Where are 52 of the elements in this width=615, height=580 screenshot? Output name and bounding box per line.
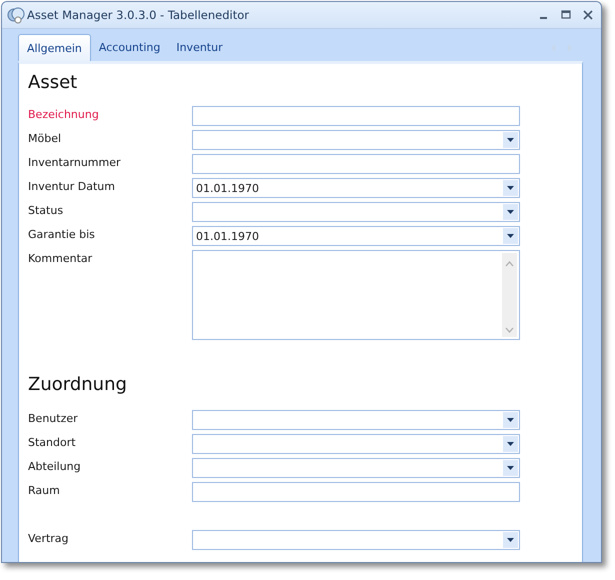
field-label: Inventarnummer bbox=[28, 155, 122, 169]
dropdown-button[interactable] bbox=[503, 204, 518, 220]
dropdown-field[interactable] bbox=[192, 434, 520, 454]
close-icon[interactable] bbox=[583, 10, 593, 20]
window-title: Asset Manager 3.0.3.0 - Tabelleneditor bbox=[27, 8, 250, 22]
field-label: Standort bbox=[28, 435, 77, 449]
dropdown-field[interactable] bbox=[192, 202, 520, 222]
comment-field[interactable] bbox=[192, 250, 520, 340]
dropdown-button[interactable] bbox=[503, 532, 518, 548]
scroll-up-icon[interactable] bbox=[505, 261, 514, 267]
field-label: Vertrag bbox=[28, 531, 70, 545]
dropdown-button[interactable] bbox=[503, 460, 518, 476]
dropdown-field[interactable]: 01.01.1970 bbox=[192, 178, 520, 198]
field-label: Garantie bis bbox=[28, 227, 96, 241]
tab[interactable]: Inventur bbox=[168, 34, 231, 61]
field-label: Inventur Datum bbox=[28, 179, 116, 193]
scrollbar[interactable] bbox=[502, 253, 517, 337]
field-label: Raum bbox=[28, 483, 61, 497]
section-heading: Zuordnung bbox=[28, 374, 128, 397]
caret-icon bbox=[507, 418, 514, 422]
caret-icon bbox=[507, 234, 514, 238]
caret-icon bbox=[507, 186, 514, 190]
section-heading: Asset bbox=[28, 72, 78, 95]
field-label: Bezeichnung bbox=[28, 107, 100, 121]
caret-icon bbox=[507, 442, 514, 446]
maximize-icon[interactable] bbox=[561, 10, 571, 20]
app-icon bbox=[7, 6, 25, 24]
dropdown-field[interactable]: 01.01.1970 bbox=[192, 226, 520, 246]
dropdown-field[interactable] bbox=[192, 458, 520, 478]
caret-icon bbox=[507, 210, 514, 214]
text-field[interactable] bbox=[192, 106, 520, 126]
field-label: Möbel bbox=[28, 131, 62, 145]
dropdown-button[interactable] bbox=[503, 180, 518, 196]
field-label: Benutzer bbox=[28, 411, 79, 425]
scroll-down-icon[interactable] bbox=[505, 327, 514, 333]
tab[interactable]: Accounting bbox=[90, 34, 168, 61]
text-field[interactable] bbox=[192, 482, 520, 502]
field-label: Abteilung bbox=[28, 459, 82, 473]
dropdown-button[interactable] bbox=[503, 228, 518, 244]
caret-icon bbox=[507, 538, 514, 542]
dropdown-button[interactable] bbox=[503, 132, 518, 148]
dropdown-field[interactable] bbox=[192, 530, 520, 550]
field-label: Kommentar bbox=[28, 251, 94, 265]
dropdown-field[interactable] bbox=[192, 130, 520, 150]
dropdown-button[interactable] bbox=[503, 436, 518, 452]
caret-icon bbox=[507, 466, 514, 470]
text-field[interactable] bbox=[192, 154, 520, 174]
dropdown-button[interactable] bbox=[503, 412, 518, 428]
field-label: Status bbox=[28, 203, 64, 217]
dropdown-field[interactable] bbox=[192, 410, 520, 430]
caret-icon bbox=[507, 138, 514, 142]
tab[interactable]: Allgemein bbox=[18, 34, 91, 61]
